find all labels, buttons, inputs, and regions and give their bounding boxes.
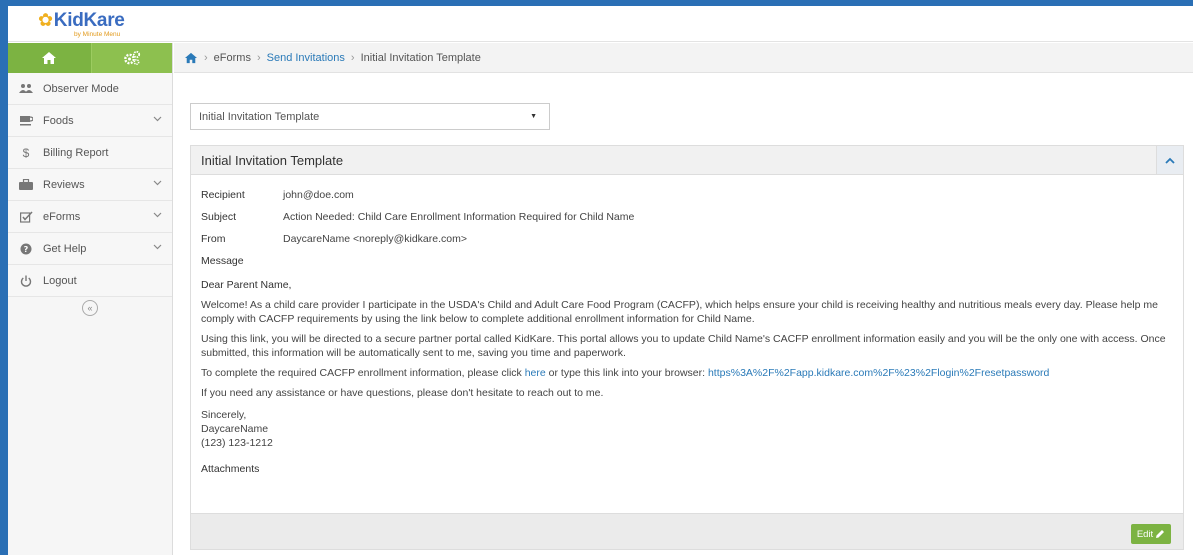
from-row: From DaycareName <noreply@kidkare.com>: [201, 228, 1173, 250]
signoff: Sincerely,: [201, 409, 247, 421]
message-paragraph-4: If you need any assistance or have quest…: [201, 387, 604, 399]
chevron-down-icon: [153, 180, 162, 186]
sidebar-item-label: Logout: [43, 274, 77, 287]
sidebar-item-foods[interactable]: Foods: [8, 105, 172, 137]
breadcrumb-eforms: eForms: [213, 51, 251, 64]
message-greeting: Dear Parent Name,: [201, 279, 292, 291]
from-label: From: [201, 233, 226, 245]
attachments-label: Attachments: [201, 463, 260, 475]
breadcrumb-current: Initial Invitation Template: [360, 51, 481, 64]
sidebar-item-label: Reviews: [43, 178, 85, 191]
edit-button[interactable]: Edit: [1131, 524, 1171, 544]
sidebar-item-logout[interactable]: Logout: [8, 265, 172, 297]
message-paragraph-2: Using this link, you will be directed to…: [201, 333, 1166, 359]
recipient-value: john@doe.com: [283, 189, 354, 201]
breadcrumb-separator: ›: [350, 51, 355, 64]
from-value: DaycareName <noreply@kidkare.com>: [283, 233, 467, 245]
here-link[interactable]: here: [525, 367, 546, 379]
chevron-up-icon: [1165, 157, 1175, 164]
sidebar-item-label: eForms: [43, 210, 81, 223]
paragraph-3-text: or type this link into your browser:: [545, 367, 708, 379]
home-icon[interactable]: [184, 52, 198, 64]
question-icon: ?: [18, 243, 34, 255]
template-panel: Initial Invitation Template Recipient jo…: [190, 145, 1184, 550]
edit-button-label: Edit: [1136, 528, 1154, 540]
subject-row: Subject Action Needed: Child Care Enroll…: [201, 206, 1173, 228]
logo-text: KidKare: [53, 10, 125, 31]
dollar-icon: $: [22, 145, 30, 160]
collapse-sidebar-button[interactable]: «: [82, 300, 98, 316]
users-icon: [18, 83, 34, 94]
home-icon: [42, 52, 57, 64]
sidebar-item-observer-mode[interactable]: Observer Mode: [8, 73, 172, 105]
sidebar-item-eforms[interactable]: eForms: [8, 201, 172, 233]
signature-phone: (123) 123-1212: [201, 437, 273, 449]
message-paragraph-3: To complete the required CACFP enrollmen…: [201, 366, 1173, 380]
checkbox-icon: [18, 210, 34, 223]
reset-password-link[interactable]: https%3A%2F%2Fapp.kidkare.com%2F%23%2Flo…: [708, 367, 1049, 379]
message-label: Message: [201, 255, 244, 267]
subject-label: Subject: [201, 211, 237, 223]
chevron-down-icon: [153, 244, 162, 250]
power-icon: [18, 275, 34, 287]
signature-name: DaycareName: [201, 423, 269, 435]
breadcrumb: › eForms › Send Invitations › Initial In…: [174, 43, 1193, 73]
kidkare-logo[interactable]: ✿KidKare by Minute Menu: [38, 10, 125, 38]
briefcase-icon: [18, 179, 34, 190]
collapse-panel-button[interactable]: [1156, 146, 1183, 174]
sidebar-item-get-help[interactable]: ? Get Help: [8, 233, 172, 265]
app-window: ✿KidKare by Minute Menu Observer Mode Fo…: [8, 6, 1193, 555]
sidebar-item-label: Observer Mode: [43, 82, 119, 95]
top-bar: ✿KidKare by Minute Menu: [8, 6, 1193, 42]
sidebar-item-reviews[interactable]: Reviews: [8, 169, 172, 201]
message-row: Message: [201, 250, 1173, 272]
recipient-label: Recipient: [201, 189, 245, 201]
recipient-row: Recipient john@doe.com: [201, 184, 1173, 206]
subject-value: Action Needed: Child Care Enrollment Inf…: [283, 211, 635, 223]
logo-star-icon: ✿: [38, 10, 53, 30]
breadcrumb-separator: ›: [204, 51, 208, 64]
panel-footer: Edit: [191, 513, 1183, 549]
sidebar-item-billing-report[interactable]: $ Billing Report: [8, 137, 172, 169]
sidebar-item-label: Billing Report: [43, 146, 109, 159]
chevron-down-icon: [153, 116, 162, 122]
pencil-icon: [1156, 530, 1165, 538]
sidebar-top-buttons: [8, 43, 172, 73]
breadcrumb-send-invitations-link[interactable]: Send Invitations: [267, 52, 345, 64]
gears-icon: [123, 50, 140, 66]
sidebar: Observer Mode Foods $ Billing Report Rev…: [8, 43, 173, 555]
panel-body: Recipient john@doe.com Subject Action Ne…: [191, 175, 1183, 476]
settings-button[interactable]: [90, 43, 172, 73]
message-paragraph-1: Welcome! As a child care provider I part…: [201, 299, 1158, 325]
template-select[interactable]: Initial Invitation Template ▼: [190, 103, 550, 130]
sidebar-collapse: «: [8, 297, 172, 319]
template-select-value: Initial Invitation Template: [199, 110, 320, 123]
signature: Sincerely, DaycareName (123) 123-1212: [201, 408, 1173, 450]
paragraph-3-text: To complete the required CACFP enrollmen…: [201, 367, 525, 379]
main-content: › eForms › Send Invitations › Initial In…: [174, 43, 1193, 555]
panel-title: Initial Invitation Template: [201, 152, 344, 168]
svg-text:?: ?: [24, 245, 29, 254]
sidebar-item-label: Foods: [43, 114, 74, 127]
chevron-down-icon: [153, 212, 162, 218]
caret-down-icon: ▼: [530, 113, 537, 120]
sidebar-item-label: Get Help: [43, 242, 87, 255]
home-button[interactable]: [8, 43, 91, 73]
logo-subtitle: by Minute Menu: [74, 31, 121, 38]
cup-icon: [18, 115, 34, 126]
panel-header: Initial Invitation Template: [191, 146, 1183, 175]
breadcrumb-separator: ›: [256, 51, 261, 64]
